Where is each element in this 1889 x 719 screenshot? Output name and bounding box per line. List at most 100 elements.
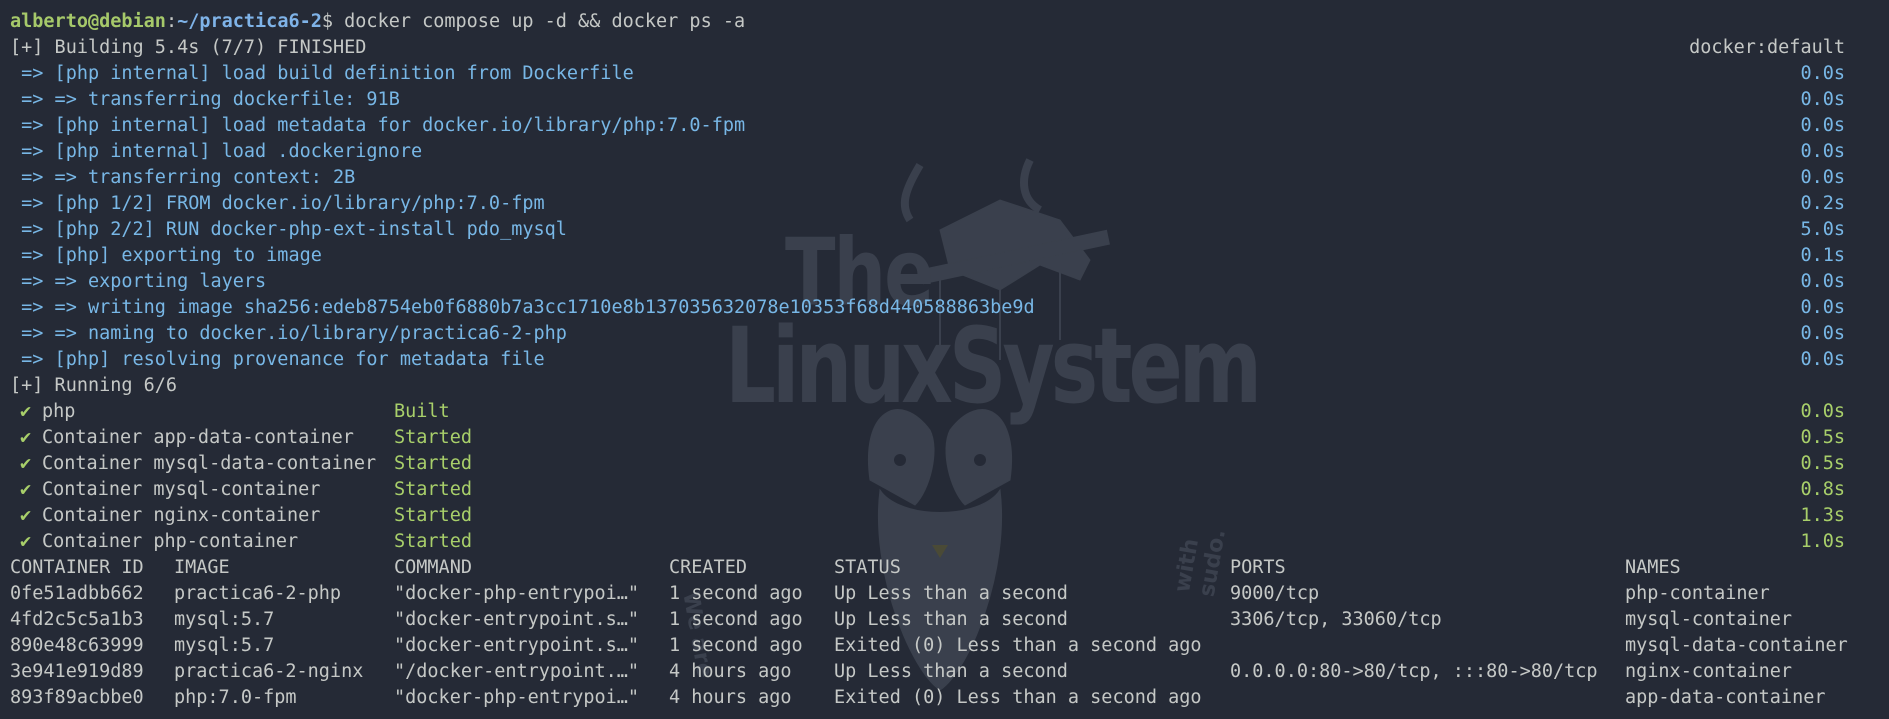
build-step: => [php 2/2] RUN docker-php-ext-install … xyxy=(10,219,567,240)
header-names: NAMES xyxy=(1625,557,1681,578)
cell-image: php:7.0-fpm xyxy=(174,687,297,708)
header-ports: PORTS xyxy=(1230,557,1286,578)
running-item-time: 0.8s xyxy=(1800,479,1845,500)
prompt-sep: : xyxy=(165,11,178,32)
prompt-cwd: ~/practica6-2 xyxy=(177,11,322,32)
running-item-name: Container mysql-data-container xyxy=(42,453,377,474)
cell-command: "docker-php-entrypoi…" xyxy=(394,583,640,604)
running-item-status: Started xyxy=(394,479,472,500)
cell-status: Up Less than a second xyxy=(834,661,1068,682)
cell-created: 4 hours ago xyxy=(669,661,792,682)
cell-created: 1 second ago xyxy=(669,609,803,630)
build-step-time: 0.1s xyxy=(1800,245,1845,266)
build-step-time: 0.0s xyxy=(1800,271,1845,292)
build-step: => [php 1/2] FROM docker.io/library/php:… xyxy=(10,193,545,214)
cell-container-id: 890e48c63999 xyxy=(10,635,144,656)
cell-ports: 9000/tcp xyxy=(1230,583,1320,604)
running-item-status: Started xyxy=(394,505,472,526)
check-icon: ✔ xyxy=(20,505,32,526)
cell-created: 1 second ago xyxy=(669,583,803,604)
running-item-name: Container php-container xyxy=(42,531,299,552)
check-icon: ✔ xyxy=(20,531,32,552)
running-item-time: 1.0s xyxy=(1800,531,1845,552)
check-icon: ✔ xyxy=(20,401,32,422)
running-item-name: Container app-data-container xyxy=(42,427,354,448)
build-step: => [php internal] load .dockerignore xyxy=(10,141,423,162)
build-step-time: 0.0s xyxy=(1800,141,1845,162)
build-context: docker:default xyxy=(1689,37,1845,58)
running-item-time: 0.5s xyxy=(1800,453,1845,474)
running-item-time: 0.0s xyxy=(1800,401,1845,422)
build-step-time: 0.0s xyxy=(1800,349,1845,370)
build-step-time: 0.0s xyxy=(1800,89,1845,110)
running-item-time: 0.5s xyxy=(1800,427,1845,448)
build-step: => => transferring context: 2B xyxy=(10,167,356,188)
header-status: STATUS xyxy=(834,557,901,578)
build-step: => => transferring dockerfile: 91B xyxy=(10,89,400,110)
watermark-side-right: with sudo. xyxy=(1170,527,1232,599)
cell-names: app-data-container xyxy=(1625,687,1826,708)
build-step-time: 0.2s xyxy=(1800,193,1845,214)
build-step: => => naming to docker.io/library/practi… xyxy=(10,323,567,344)
cell-container-id: 4fd2c5c5a1b3 xyxy=(10,609,144,630)
cell-names: mysql-container xyxy=(1625,609,1793,630)
check-icon: ✔ xyxy=(20,479,32,500)
cell-command: "docker-php-entrypoi…" xyxy=(394,687,640,708)
cell-command: "docker-entrypoint.s…" xyxy=(394,609,640,630)
header-container-id: CONTAINER ID xyxy=(10,557,144,578)
check-icon: ✔ xyxy=(20,453,32,474)
build-step: => => exporting layers xyxy=(10,271,267,292)
build-step-time: 5.0s xyxy=(1800,219,1845,240)
cell-image: practica6-2-php xyxy=(174,583,342,604)
running-item-status: Started xyxy=(394,531,472,552)
header-command: COMMAND xyxy=(394,557,472,578)
build-step-time: 0.0s xyxy=(1800,115,1845,136)
cell-status: Exited (0) Less than a second ago xyxy=(834,687,1202,708)
cell-status: Up Less than a second xyxy=(834,609,1068,630)
cell-image: mysql:5.7 xyxy=(174,609,275,630)
cell-command: "/docker-entrypoint.…" xyxy=(394,661,640,682)
build-step: => [php internal] load build definition … xyxy=(10,63,634,84)
prompt-command: docker compose up -d && docker ps -a xyxy=(333,11,746,32)
build-header: [+] Building 5.4s (7/7) FINISHED xyxy=(10,37,367,58)
build-step-time: 0.0s xyxy=(1800,297,1845,318)
build-step-time: 0.0s xyxy=(1800,63,1845,84)
cell-created: 1 second ago xyxy=(669,635,803,656)
running-item-name: Container mysql-container xyxy=(42,479,321,500)
cell-names: mysql-data-container xyxy=(1625,635,1848,656)
prompt-dollar: $ xyxy=(321,11,334,32)
check-icon: ✔ xyxy=(20,427,32,448)
prompt-line: alberto@debian:~/practica6-2$ docker com… xyxy=(10,9,745,35)
cell-status: Exited (0) Less than a second ago xyxy=(834,635,1202,656)
cell-container-id: 893f89acbbe0 xyxy=(10,687,144,708)
cell-command: "docker-entrypoint.s…" xyxy=(394,635,640,656)
running-item-status: Built xyxy=(394,401,450,422)
build-step: => [php internal] load metadata for dock… xyxy=(10,115,746,136)
running-item-status: Started xyxy=(394,453,472,474)
cell-names: nginx-container xyxy=(1625,661,1793,682)
cell-ports: 0.0.0.0:80->80/tcp, :::80->80/tcp xyxy=(1230,661,1598,682)
prompt-user-host: alberto@debian xyxy=(10,11,166,32)
build-step: => => writing image sha256:edeb8754eb0f6… xyxy=(10,297,1035,318)
terminal-window[interactable]: The LinuxSystem We are with sudo. albert… xyxy=(0,0,1889,719)
header-created: CREATED xyxy=(669,557,747,578)
cell-image: practica6-2-nginx xyxy=(174,661,364,682)
cell-image: mysql:5.7 xyxy=(174,635,275,656)
running-header: [+] Running 6/6 xyxy=(10,375,178,396)
cell-container-id: 0fe51adbb662 xyxy=(10,583,144,604)
running-item-name: php xyxy=(42,401,76,422)
cell-created: 4 hours ago xyxy=(669,687,792,708)
build-step: => [php] resolving provenance for metada… xyxy=(10,349,545,370)
cell-ports: 3306/tcp, 33060/tcp xyxy=(1230,609,1442,630)
running-item-status: Started xyxy=(394,427,472,448)
cell-container-id: 3e941e919d89 xyxy=(10,661,144,682)
watermark-title-linuxsystem: LinuxSystem xyxy=(725,306,1262,427)
build-step: => [php] exporting to image xyxy=(10,245,322,266)
running-item-time: 1.3s xyxy=(1800,505,1845,526)
running-item-name: Container nginx-container xyxy=(42,505,321,526)
cell-status: Up Less than a second xyxy=(834,583,1068,604)
build-step-time: 0.0s xyxy=(1800,167,1845,188)
build-step-time: 0.0s xyxy=(1800,323,1845,344)
header-image: IMAGE xyxy=(174,557,230,578)
cell-names: php-container xyxy=(1625,583,1770,604)
